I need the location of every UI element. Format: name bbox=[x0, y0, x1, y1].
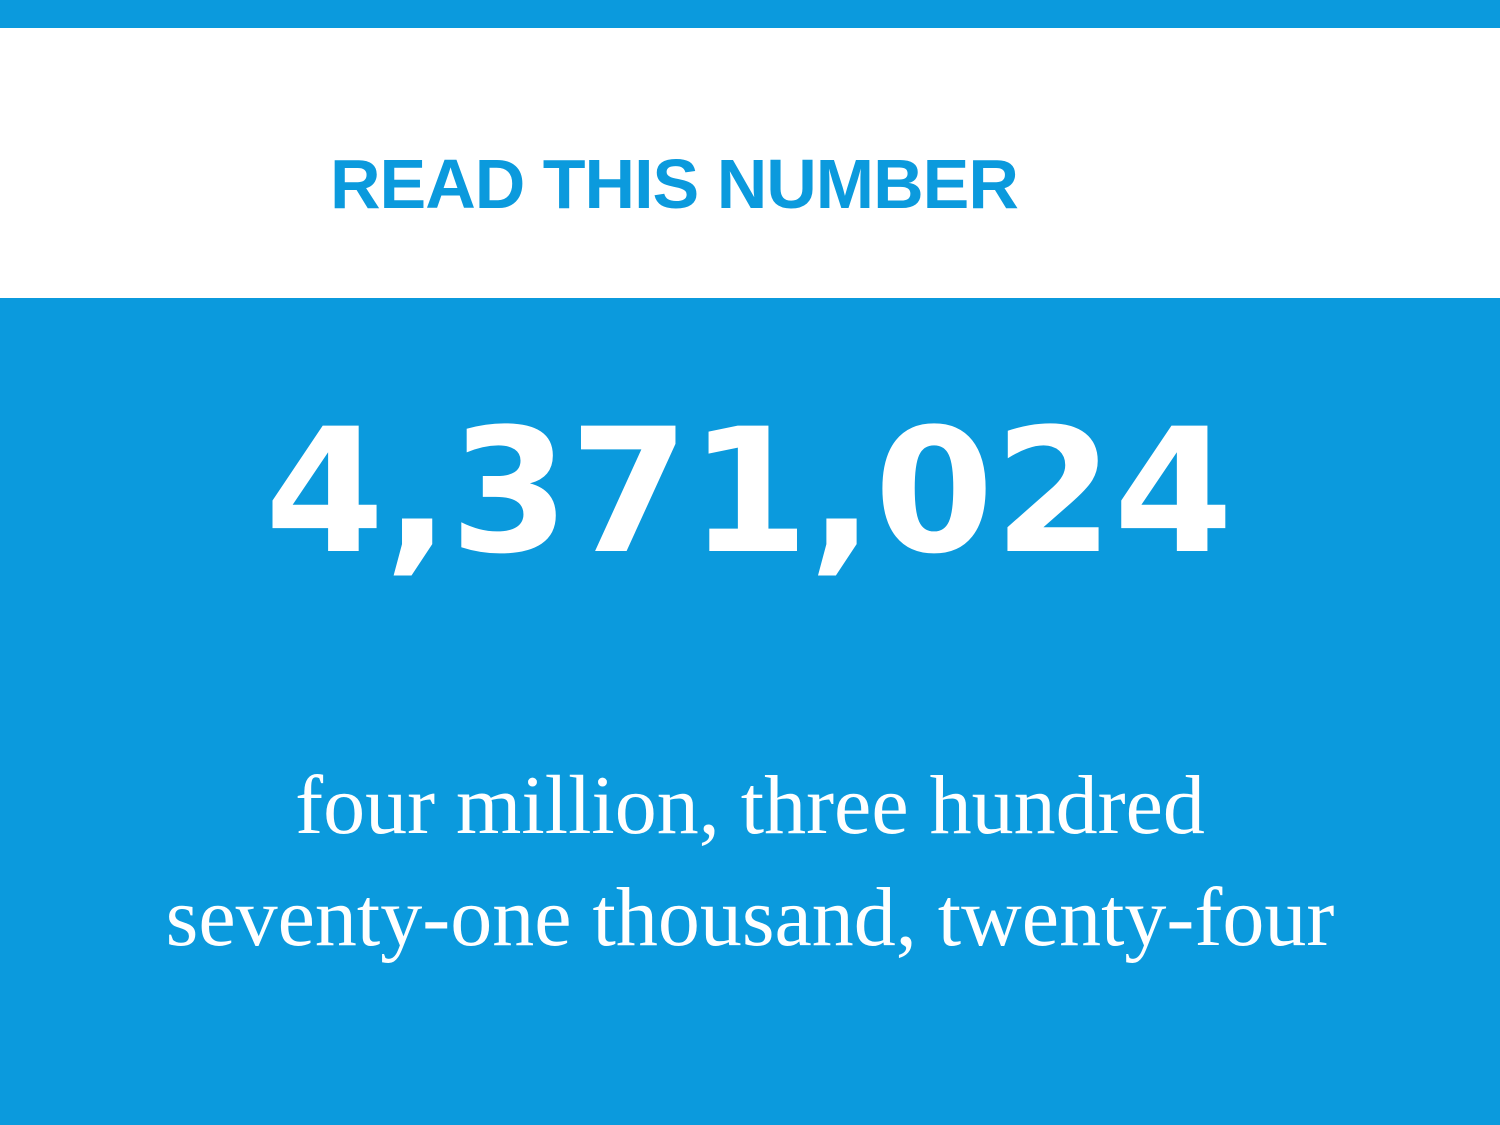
title-area: READ THIS NUMBER bbox=[0, 28, 1500, 298]
number-words-line-1: four million, three hundred bbox=[295, 759, 1205, 852]
featured-number: 4,371,024 bbox=[264, 391, 1234, 592]
slide-title: READ THIS NUMBER bbox=[330, 145, 1019, 223]
content-area: 4,371,024 four million, three hundred se… bbox=[0, 298, 1500, 1125]
top-accent-bar bbox=[0, 0, 1500, 28]
number-in-words: four million, three hundred seventy-one … bbox=[0, 750, 1500, 974]
number-words-line-2: seventy-one thousand, twenty-four bbox=[165, 871, 1335, 964]
slide: READ THIS NUMBER 4,371,024 four million,… bbox=[0, 0, 1500, 1125]
